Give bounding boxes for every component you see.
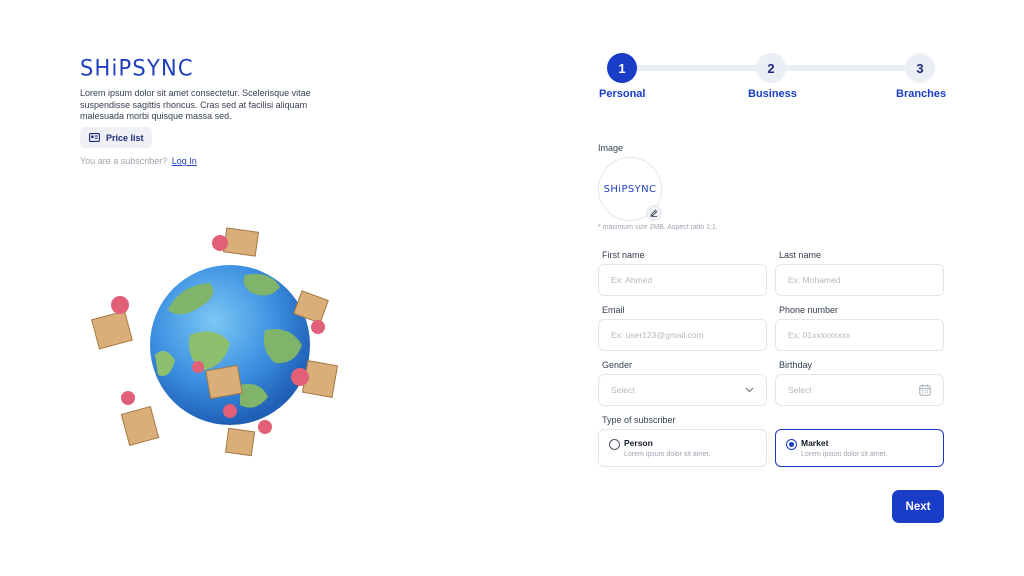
- brand-logo: SHiPSYNC: [80, 55, 194, 81]
- market-radio[interactable]: [786, 439, 797, 450]
- pencil-icon: [650, 204, 658, 222]
- subscriber-type-person-option[interactable]: Person Lorem ipsum dolor sit amet.: [598, 429, 767, 467]
- last-name-input[interactable]: Ex: Mohamed: [775, 264, 944, 296]
- market-option-title: Market: [801, 438, 829, 448]
- birthday-picker[interactable]: Select: [775, 374, 944, 406]
- person-radio[interactable]: [609, 439, 620, 450]
- price-list-label: Price list: [106, 132, 144, 143]
- person-option-subtitle: Lorem ipsum dolor sit amet.: [624, 451, 711, 458]
- step-3-indicator[interactable]: 3: [905, 53, 935, 83]
- image-label: Image: [598, 143, 624, 153]
- image-size-hint: * maximum size 2MB. Aspect ratio 1:1.: [598, 224, 718, 231]
- phone-placeholder: Ex: 01xxxxxxxxx: [788, 330, 851, 340]
- email-placeholder: Ex: user123@gmail.com: [611, 330, 704, 340]
- first-name-label: First name: [602, 250, 645, 260]
- phone-label: Phone number: [779, 305, 839, 315]
- birthday-label: Birthday: [779, 360, 813, 370]
- email-label: Email: [602, 305, 625, 315]
- gender-placeholder: Select: [611, 385, 635, 395]
- birthday-placeholder: Select: [788, 385, 812, 395]
- subscriber-type-label: Type of subscriber: [602, 415, 676, 425]
- chevron-down-icon: [745, 387, 754, 393]
- price-list-icon: [89, 133, 100, 142]
- market-option-subtitle: Lorem ipsum dolor sit amet.: [801, 451, 888, 458]
- next-button[interactable]: Next: [892, 490, 944, 523]
- step-2-indicator[interactable]: 2: [756, 53, 786, 83]
- gender-label: Gender: [602, 360, 633, 370]
- first-name-placeholder: Ex: Ahmed: [611, 275, 653, 285]
- brand-description: Lorem ipsum dolor sit amet consectetur. …: [80, 88, 311, 121]
- step-2-label: Business: [748, 88, 797, 100]
- subscriber-prompt: You are a subscriber?: [80, 156, 168, 166]
- last-name-label: Last name: [779, 250, 822, 260]
- step-3-label: Branches: [896, 88, 947, 100]
- login-link[interactable]: Log In: [172, 156, 197, 166]
- subscriber-type-market-option[interactable]: Market Lorem ipsum dolor sit amet.: [775, 429, 944, 467]
- globe-delivery-illustration: [80, 215, 360, 475]
- edit-image-button[interactable]: [646, 205, 662, 221]
- phone-input[interactable]: Ex: 01xxxxxxxxx: [775, 319, 944, 351]
- subscriber-login-line: You are a subscriber? Log In: [80, 156, 197, 166]
- person-option-title: Person: [624, 438, 653, 448]
- email-input[interactable]: Ex: user123@gmail.com: [598, 319, 767, 351]
- price-list-button[interactable]: Price list: [80, 127, 152, 148]
- last-name-placeholder: Ex: Mohamed: [788, 275, 841, 285]
- first-name-input[interactable]: Ex: Ahmed: [598, 264, 767, 296]
- step-1-label: Personal: [599, 88, 646, 100]
- calendar-icon: [919, 384, 931, 396]
- gender-select[interactable]: Select: [598, 374, 767, 406]
- step-1-indicator[interactable]: 1: [607, 53, 637, 83]
